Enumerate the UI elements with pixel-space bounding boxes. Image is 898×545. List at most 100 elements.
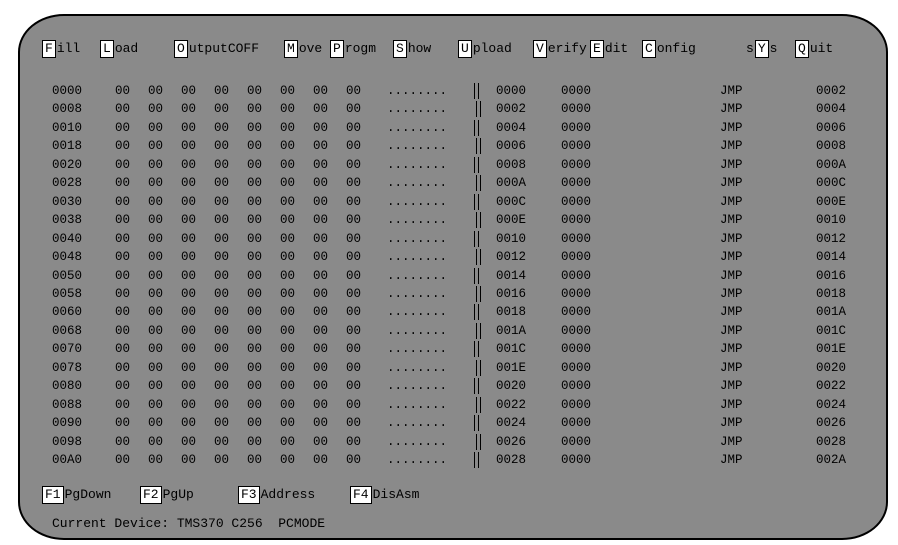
- memory-byte: 00: [115, 213, 131, 228]
- memory-byte: 00: [115, 250, 131, 265]
- menu-item-Show[interactable]: Show: [393, 40, 431, 58]
- memory-byte: 00: [148, 213, 164, 228]
- memory-byte: 00: [181, 453, 197, 467]
- menu-item-Verify[interactable]: Verify: [533, 40, 587, 58]
- memory-ascii: ........: [387, 120, 448, 135]
- disasm-address: 0010: [496, 231, 527, 246]
- menu-item-Move[interactable]: Move: [284, 40, 322, 58]
- disasm-address: 0012: [496, 250, 527, 265]
- disasm-operand: 0014: [816, 250, 847, 265]
- memory-ascii: ........: [387, 397, 448, 412]
- fkey-label: PgUp: [162, 487, 194, 502]
- memory-row: 0060 00 00 00 00 00 00 00 00........ 0018 0000 JMP 0…: [20, 303, 886, 321]
- menu-item-Edit[interactable]: Edit: [590, 40, 628, 58]
- disasm-mnemonic: JMP: [720, 194, 743, 209]
- memory-byte: 00: [313, 176, 329, 191]
- menu-item-sYs[interactable]: sYs: [746, 40, 777, 58]
- menu-hotkey: V: [533, 40, 547, 58]
- memory-byte: 00: [313, 416, 329, 431]
- menu-item-Upload[interactable]: Upload: [458, 40, 512, 58]
- memory-byte: 00: [181, 434, 197, 449]
- memory-byte: 00: [247, 434, 263, 449]
- memory-byte: 00: [280, 268, 296, 283]
- menu-item-Load[interactable]: Load: [100, 40, 138, 58]
- memory-byte: 00: [214, 157, 230, 172]
- memory-byte: 00: [148, 176, 164, 191]
- menu-item-Config[interactable]: Config: [642, 40, 696, 58]
- disasm-mnemonic: JMP: [720, 286, 743, 301]
- memory-address: 0058: [52, 286, 83, 301]
- memory-byte: 00: [181, 379, 197, 394]
- memory-address: 0010: [52, 120, 83, 135]
- disasm-opcode: 0000: [561, 434, 592, 449]
- memory-byte: 00: [214, 397, 230, 412]
- memory-ascii: ........: [387, 286, 448, 301]
- disasm-opcode: 0000: [561, 416, 592, 431]
- column-separator: [474, 156, 479, 173]
- disasm-mnemonic: JMP: [720, 453, 743, 467]
- memory-ascii: ........: [387, 102, 448, 117]
- disasm-opcode: 0000: [561, 176, 592, 191]
- disasm-operand: 0016: [816, 268, 847, 283]
- fkey-f3[interactable]: F3 Address: [238, 486, 315, 504]
- fkey-f1[interactable]: F1 PgDown: [42, 486, 111, 504]
- disasm-address: 0016: [496, 286, 527, 301]
- memory-row: 0058 00 00 00 00 00 00 00 00........ 0016 0000 JMP 0…: [20, 285, 886, 303]
- memory-byte: 00: [214, 416, 230, 431]
- disasm-address: 0022: [496, 397, 527, 412]
- memory-byte: 00: [346, 360, 362, 375]
- memory-byte: 00: [313, 434, 329, 449]
- disasm-operand: 0018: [816, 286, 847, 301]
- disasm-mnemonic: JMP: [720, 379, 743, 394]
- memory-byte: 00: [280, 305, 296, 320]
- disasm-operand: 0012: [816, 231, 847, 246]
- disasm-opcode: 0000: [561, 250, 592, 265]
- memory-byte: 00: [148, 268, 164, 283]
- column-separator: [474, 193, 479, 210]
- memory-byte: 00: [148, 416, 164, 431]
- memory-byte: 00: [181, 268, 197, 283]
- memory-byte: 00: [280, 434, 296, 449]
- menu-item-OutputCOFF[interactable]: OutputCOFF: [174, 40, 259, 58]
- memory-row: 0098 00 00 00 00 00 00 00 00........ 0026 0000 JMP 0…: [20, 433, 886, 451]
- memory-byte: 00: [115, 397, 131, 412]
- fkey-f2[interactable]: F2 PgUp: [140, 486, 194, 504]
- memory-byte: 00: [148, 84, 164, 98]
- memory-byte: 00: [115, 379, 131, 394]
- column-separator: [476, 285, 481, 302]
- memory-byte: 00: [214, 250, 230, 265]
- memory-byte: 00: [313, 397, 329, 412]
- fkey-hotkey: F4: [350, 486, 372, 504]
- memory-byte: 00: [181, 397, 197, 412]
- memory-byte: 00: [115, 305, 131, 320]
- disasm-address: 001E: [496, 360, 527, 375]
- menu-hotkey: L: [100, 40, 114, 58]
- memory-ascii: ........: [387, 323, 448, 338]
- menu-item-Quit[interactable]: Quit: [795, 40, 833, 58]
- memory-byte: 00: [181, 120, 197, 135]
- memory-address: 0040: [52, 231, 83, 246]
- memory-address: 0000: [52, 84, 83, 98]
- disasm-opcode: 0000: [561, 323, 592, 338]
- menu-item-Fill[interactable]: Fill: [42, 40, 80, 58]
- memory-byte: 00: [148, 231, 164, 246]
- menu-item-Progm[interactable]: Progm: [330, 40, 376, 58]
- memory-byte: 00: [214, 305, 230, 320]
- memory-row: 0088 00 00 00 00 00 00 00 00........ 0022 0000 JMP 0…: [20, 396, 886, 414]
- memory-row: 0070 00 00 00 00 00 00 00 00........ 001C 0000 JMP 0…: [20, 340, 886, 358]
- disasm-mnemonic: JMP: [720, 157, 743, 172]
- memory-byte: 00: [313, 323, 329, 338]
- memory-byte: 00: [214, 342, 230, 357]
- fkey-hotkey: F3: [238, 486, 260, 504]
- fkey-f4[interactable]: F4 DisAsm: [350, 486, 419, 504]
- memory-byte: 00: [346, 416, 362, 431]
- disasm-mnemonic: JMP: [720, 213, 743, 228]
- disasm-address: 0020: [496, 379, 527, 394]
- disasm-opcode: 0000: [561, 453, 592, 467]
- menu-item-label: utputCOFF: [188, 41, 260, 56]
- memory-byte: 00: [115, 342, 131, 357]
- column-separator: [474, 415, 479, 432]
- disasm-address: 0002: [496, 102, 527, 117]
- memory-byte: 00: [346, 342, 362, 357]
- memory-address: 0098: [52, 434, 83, 449]
